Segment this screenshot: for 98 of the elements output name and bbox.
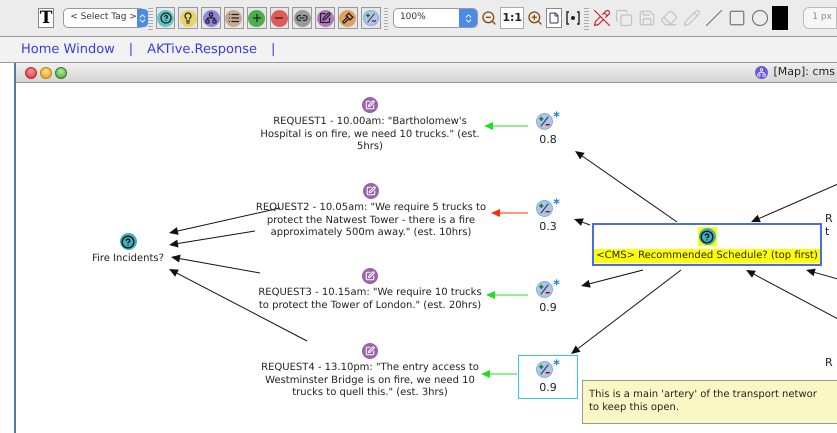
node-label: <CMS> Recommended Schedule? (top first) bbox=[594, 249, 820, 263]
node-text: to protect the Tower of London." (est. 20hrs) bbox=[258, 300, 482, 312]
note-icon bbox=[363, 183, 379, 199]
crossed-pencil-icon bbox=[592, 9, 611, 27]
arrow[interactable] bbox=[575, 151, 678, 222]
arrow[interactable] bbox=[571, 270, 682, 354]
question-tool[interactable] bbox=[156, 7, 176, 29]
node-text: protect the Natwest Tower - there is a fire bbox=[266, 214, 476, 227]
procon-tool[interactable] bbox=[360, 7, 380, 29]
procon-icon bbox=[536, 200, 554, 217]
map-icon bbox=[205, 12, 218, 24]
page-icon bbox=[548, 12, 560, 24]
question-node[interactable]: <CMS> Recommended Schedule? (top first) bbox=[592, 223, 822, 266]
node-text: R bbox=[825, 355, 833, 371]
node-text: t bbox=[825, 224, 830, 240]
bracket-dot-icon bbox=[565, 10, 582, 26]
note-tool[interactable] bbox=[315, 7, 335, 29]
rectangle-icon bbox=[728, 9, 746, 27]
text-tool[interactable]: T bbox=[38, 8, 54, 28]
arrow[interactable] bbox=[806, 268, 837, 280]
zoom-out-icon bbox=[481, 10, 498, 26]
procon-icon bbox=[362, 10, 379, 26]
con-tool[interactable] bbox=[270, 7, 290, 29]
gavel-icon bbox=[342, 12, 354, 24]
procon-node[interactable]: * 0.9 bbox=[533, 275, 563, 319]
node-text: 5hrs) bbox=[357, 141, 383, 154]
node-text: REQUEST2 - 10.05am: "We require 5 trucks to bbox=[256, 202, 486, 214]
procon-icon bbox=[536, 113, 554, 130]
arrow[interactable] bbox=[581, 270, 644, 288]
star-mark: * bbox=[553, 200, 560, 210]
page-button[interactable] bbox=[546, 8, 562, 28]
node-text: R bbox=[825, 211, 833, 227]
eraser-icon bbox=[660, 9, 678, 27]
circle-icon bbox=[750, 9, 768, 27]
tooltip-text: to keep this open. bbox=[589, 401, 680, 414]
idea-tool[interactable] bbox=[178, 7, 198, 29]
arrow[interactable] bbox=[746, 270, 837, 320]
procon-node[interactable]: * 0.8 bbox=[533, 107, 563, 151]
arrow[interactable] bbox=[574, 218, 590, 226]
node-text: REQUEST1 - 10.00am: "Bartholomew's bbox=[273, 116, 467, 128]
note-icon bbox=[362, 97, 378, 113]
question-icon bbox=[698, 228, 716, 245]
star-mark: * bbox=[553, 281, 560, 291]
tab-link[interactable]: Home Window bbox=[21, 40, 115, 60]
close-button[interactable] bbox=[25, 66, 37, 78]
link-tool[interactable] bbox=[292, 7, 312, 29]
zoom-select[interactable]: 100% bbox=[392, 8, 478, 28]
node-text: trucks to quell this." (est. 3hrs) bbox=[292, 387, 448, 400]
weight-value: 0.9 bbox=[539, 381, 557, 395]
note-icon bbox=[362, 343, 378, 359]
toolbar-grip[interactable] bbox=[384, 6, 388, 30]
window-title: [Map]: cms bbox=[774, 64, 835, 80]
map-tool[interactable] bbox=[201, 7, 222, 29]
node-text: approximately 500m away." (est. 10hrs) bbox=[270, 227, 472, 240]
question-icon bbox=[160, 12, 172, 24]
zoom-in-icon bbox=[527, 10, 544, 26]
question-icon bbox=[120, 233, 136, 250]
copy-icon bbox=[615, 9, 634, 27]
separator: | bbox=[128, 40, 134, 59]
line-icon bbox=[705, 9, 724, 27]
zoom-button[interactable] bbox=[55, 66, 67, 78]
list-icon bbox=[228, 12, 240, 24]
link-icon bbox=[296, 12, 308, 24]
procon-node[interactable]: * 0.3 bbox=[533, 194, 563, 238]
arrow[interactable] bbox=[751, 184, 837, 222]
toolbar-grip[interactable] bbox=[148, 6, 153, 30]
note-icon bbox=[319, 12, 332, 24]
procon-icon bbox=[536, 361, 554, 378]
tag-select[interactable]: < Select Tag > bbox=[63, 8, 146, 28]
save-icon bbox=[638, 9, 656, 27]
weight-value: 0.9 bbox=[539, 301, 557, 315]
star-mark: * bbox=[553, 113, 560, 123]
actual-size-button[interactable]: 1:1 bbox=[500, 7, 524, 29]
node-text: REQUEST3 - 10.15am: "We require 10 trucks bbox=[258, 287, 482, 300]
procon-node[interactable]: * 0.9 bbox=[518, 355, 578, 399]
separator: | bbox=[271, 40, 276, 59]
weight-value: 0.8 bbox=[539, 133, 557, 147]
color-swatch[interactable] bbox=[772, 6, 788, 30]
node-text: Westminster Bridge is on fire, we need 10 bbox=[265, 374, 475, 387]
tab-link[interactable]: AKTive.Response bbox=[147, 40, 257, 60]
note-icon bbox=[362, 268, 378, 284]
weight-value: 0.3 bbox=[539, 220, 557, 234]
arrow[interactable] bbox=[171, 254, 260, 274]
node-text: Hospital is on fire, we need 10 trucks." (est. bbox=[260, 128, 480, 141]
pencil-icon bbox=[682, 9, 701, 27]
minimize-button[interactable] bbox=[40, 66, 52, 78]
tooltip-text: This is a main 'artery' of the transport networ bbox=[589, 388, 818, 401]
list-tool[interactable] bbox=[224, 7, 244, 29]
node-text: REQUEST4 - 13.10pm: "The entry access to bbox=[261, 362, 479, 374]
lightbulb-icon bbox=[182, 12, 194, 24]
procon-icon bbox=[536, 281, 554, 298]
star-mark: * bbox=[553, 361, 560, 371]
arrow[interactable] bbox=[169, 230, 256, 248]
node-text: Fire Incidents? bbox=[92, 253, 164, 266]
plus-icon bbox=[250, 12, 263, 24]
pro-tool[interactable] bbox=[246, 7, 267, 29]
argument-tool[interactable] bbox=[338, 7, 358, 29]
map-icon bbox=[754, 66, 768, 79]
